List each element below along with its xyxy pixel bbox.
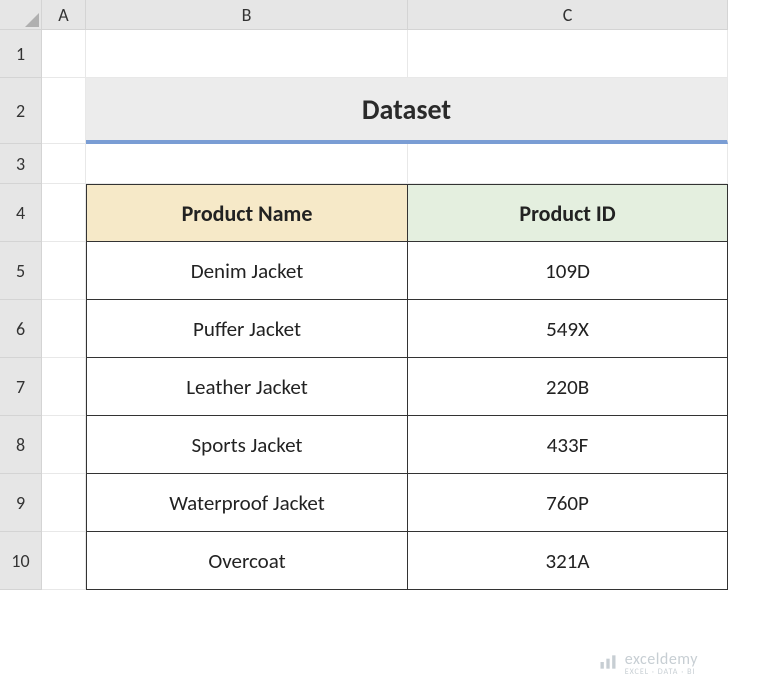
column-header-a[interactable]: A — [42, 0, 86, 30]
cell-a9[interactable] — [42, 474, 86, 532]
dataset-title[interactable]: Dataset — [86, 78, 728, 144]
column-header-b[interactable]: B — [86, 0, 408, 30]
cell-a6[interactable] — [42, 300, 86, 358]
table-row[interactable]: Waterproof Jacket — [86, 474, 408, 532]
row-header-10[interactable]: 10 — [0, 532, 42, 590]
table-row[interactable]: Sports Jacket — [86, 416, 408, 474]
cell-a8[interactable] — [42, 416, 86, 474]
cell-c3[interactable] — [408, 144, 728, 184]
select-all-corner[interactable] — [0, 0, 42, 30]
watermark-text: exceldemy — [625, 652, 698, 668]
row-header-3[interactable]: 3 — [0, 144, 42, 184]
cell-a4[interactable] — [42, 184, 86, 242]
table-row[interactable]: 220B — [408, 358, 728, 416]
table-row[interactable]: 760P — [408, 474, 728, 532]
cell-a3[interactable] — [42, 144, 86, 184]
cell-a1[interactable] — [42, 30, 86, 78]
table-row[interactable]: 321A — [408, 532, 728, 590]
cell-a5[interactable] — [42, 242, 86, 300]
table-row[interactable]: Puffer Jacket — [86, 300, 408, 358]
cell-b1[interactable] — [86, 30, 408, 78]
table-header-product-id[interactable]: Product ID — [408, 184, 728, 242]
table-row[interactable]: Denim Jacket — [86, 242, 408, 300]
row-header-7[interactable]: 7 — [0, 358, 42, 416]
watermark-subtext: EXCEL · DATA · BI — [625, 668, 698, 676]
table-row[interactable]: 433F — [408, 416, 728, 474]
row-header-6[interactable]: 6 — [0, 300, 42, 358]
watermark: exceldemy EXCEL · DATA · BI — [597, 652, 698, 676]
row-header-5[interactable]: 5 — [0, 242, 42, 300]
cell-a7[interactable] — [42, 358, 86, 416]
row-header-8[interactable]: 8 — [0, 416, 42, 474]
table-row[interactable]: Overcoat — [86, 532, 408, 590]
row-header-9[interactable]: 9 — [0, 474, 42, 532]
chart-icon — [597, 652, 619, 676]
column-header-c[interactable]: C — [408, 0, 728, 30]
cell-b3[interactable] — [86, 144, 408, 184]
table-row[interactable]: 549X — [408, 300, 728, 358]
row-header-1[interactable]: 1 — [0, 30, 42, 78]
table-row[interactable]: Leather Jacket — [86, 358, 408, 416]
row-header-4[interactable]: 4 — [0, 184, 42, 242]
cell-a10[interactable] — [42, 532, 86, 590]
spreadsheet-grid: A B C 1 2 Dataset 3 4 Product Name Produ… — [0, 0, 768, 590]
cell-a2[interactable] — [42, 78, 86, 144]
cell-c1[interactable] — [408, 30, 728, 78]
table-header-product-name[interactable]: Product Name — [86, 184, 408, 242]
row-header-2[interactable]: 2 — [0, 78, 42, 144]
table-row[interactable]: 109D — [408, 242, 728, 300]
